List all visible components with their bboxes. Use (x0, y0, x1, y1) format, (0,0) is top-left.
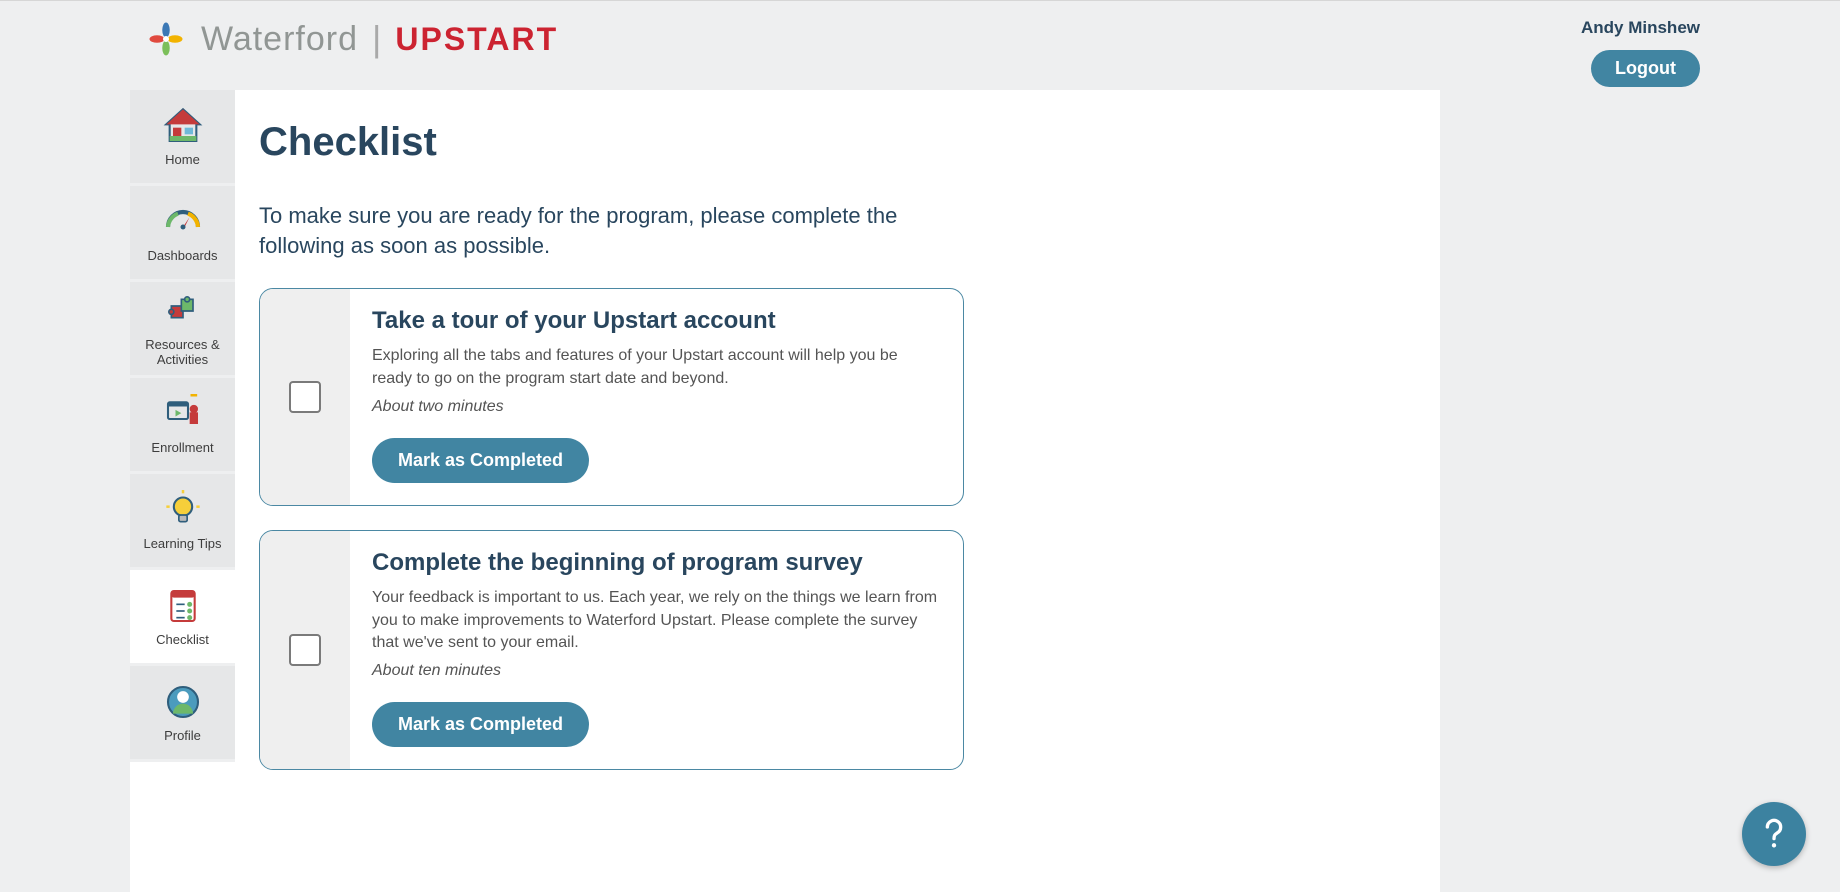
profile-icon (162, 681, 204, 723)
card-description: Your feedback is important to us. Each y… (372, 587, 941, 654)
lightbulb-icon (162, 489, 204, 531)
checklist-icon (162, 585, 204, 627)
checklist-card: Take a tour of your Upstart account Expl… (259, 288, 964, 506)
card-body: Complete the beginning of program survey… (350, 531, 963, 769)
logout-button[interactable]: Logout (1591, 50, 1700, 87)
question-icon (1754, 812, 1794, 857)
card-title: Complete the beginning of program survey (372, 549, 941, 577)
card-check-column (260, 289, 350, 505)
brand-upstart-text: UPSTART (395, 21, 558, 58)
card-check-column (260, 531, 350, 769)
brand-sep: | (372, 18, 381, 60)
sidebar-item-label: Checklist (152, 633, 213, 648)
checklist-checkbox[interactable] (289, 634, 321, 666)
brand-logo: Waterford | UPSTART (145, 18, 558, 60)
sidebar-item-label: Learning Tips (139, 537, 225, 552)
checklist-card: Complete the beginning of program survey… (259, 530, 964, 770)
enrollment-icon (162, 393, 204, 435)
checklist-checkbox[interactable] (289, 381, 321, 413)
mark-completed-button[interactable]: Mark as Completed (372, 702, 589, 747)
page-title: Checklist (259, 120, 1416, 165)
brand-waterford-text: Waterford (201, 20, 358, 59)
waterford-flower-icon (145, 18, 187, 60)
sidebar-item-dashboards[interactable]: Dashboards (130, 186, 235, 282)
sidebar-item-profile[interactable]: Profile (130, 666, 235, 762)
sidebar-item-label: Enrollment (147, 441, 217, 456)
card-title: Take a tour of your Upstart account (372, 307, 941, 335)
help-button[interactable] (1742, 802, 1806, 866)
card-duration: About ten minutes (372, 662, 941, 680)
sidebar-item-label: Profile (160, 729, 205, 744)
sidebar-item-label: Dashboards (143, 249, 221, 264)
puzzle-icon (162, 290, 204, 332)
main-content: Checklist To make sure you are ready for… (235, 90, 1440, 892)
sidebar-item-home[interactable]: Home (130, 90, 235, 186)
mark-completed-button[interactable]: Mark as Completed (372, 438, 589, 483)
sidebar: Home Dashboards (130, 90, 235, 892)
card-body: Take a tour of your Upstart account Expl… (350, 289, 963, 505)
sidebar-item-learning-tips[interactable]: Learning Tips (130, 474, 235, 570)
card-duration: About two minutes (372, 398, 941, 416)
sidebar-item-checklist[interactable]: Checklist (130, 570, 235, 666)
gauge-icon (162, 201, 204, 243)
sidebar-item-enrollment[interactable]: Enrollment (130, 378, 235, 474)
home-icon (162, 105, 204, 147)
sidebar-item-label: Resources & Activities (130, 338, 235, 368)
page-intro: To make sure you are ready for the progr… (259, 201, 959, 260)
user-area: Andy Minshew Logout (1581, 18, 1700, 87)
sidebar-item-label: Home (161, 153, 204, 168)
user-name: Andy Minshew (1581, 18, 1700, 38)
workspace: Home Dashboards (130, 90, 1440, 892)
sidebar-item-resources[interactable]: Resources & Activities (130, 282, 235, 378)
card-description: Exploring all the tabs and features of y… (372, 345, 941, 390)
header: Waterford | UPSTART Andy Minshew Logout (145, 18, 1700, 87)
